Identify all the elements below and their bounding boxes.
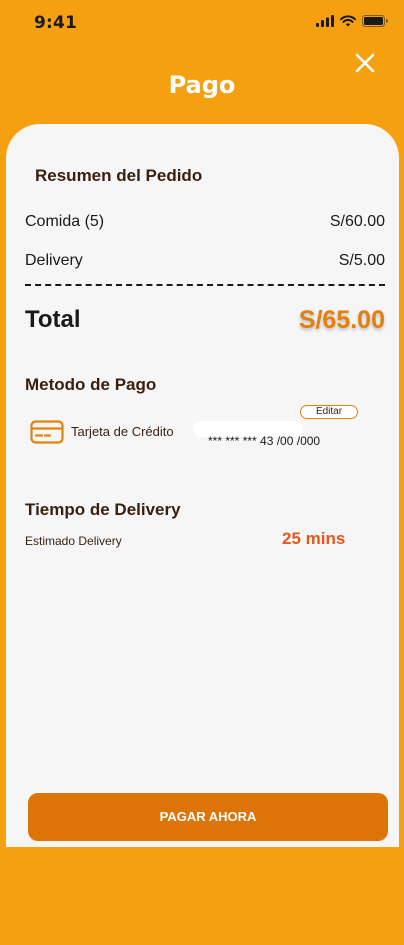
wifi-icon bbox=[340, 15, 356, 27]
delivery-fee-value: S/5.00 bbox=[338, 252, 385, 269]
battery-icon bbox=[362, 15, 388, 27]
payment-card: Resumen del Pedido Comida (5) S/60.00 De… bbox=[6, 124, 399, 847]
card-number: *** *** *** 43 /00 /000 bbox=[208, 434, 321, 448]
payment-method-label: Tarjeta de Crédito bbox=[71, 424, 174, 439]
payment-method-title: Metodo de Pago bbox=[25, 375, 157, 394]
order-summary-title: Resumen del Pedido bbox=[35, 166, 203, 185]
pay-now-button[interactable]: PAGAR AHORA bbox=[28, 793, 388, 841]
signal-icon bbox=[316, 15, 334, 27]
delivery-fee-label: Delivery bbox=[25, 252, 83, 269]
credit-card-icon bbox=[30, 420, 64, 444]
dashed-divider bbox=[25, 284, 385, 286]
food-label: Comida (5) bbox=[25, 213, 105, 230]
estimated-delivery-value: 25 mins bbox=[282, 529, 346, 548]
status-bar: 9:41 bbox=[0, 0, 404, 44]
total-value: S/65.00 bbox=[298, 306, 385, 334]
total-label: Total bbox=[25, 306, 81, 333]
food-value: S/60.00 bbox=[329, 213, 385, 230]
status-icons bbox=[316, 15, 388, 27]
estimated-delivery-label: Estimado Delivery bbox=[25, 534, 122, 548]
page-title: Pago bbox=[168, 71, 236, 99]
delivery-time-title: Tiempo de Delivery bbox=[25, 500, 181, 519]
edit-payment-button[interactable]: Editar bbox=[300, 405, 358, 419]
status-time: 9:41 bbox=[34, 13, 78, 33]
